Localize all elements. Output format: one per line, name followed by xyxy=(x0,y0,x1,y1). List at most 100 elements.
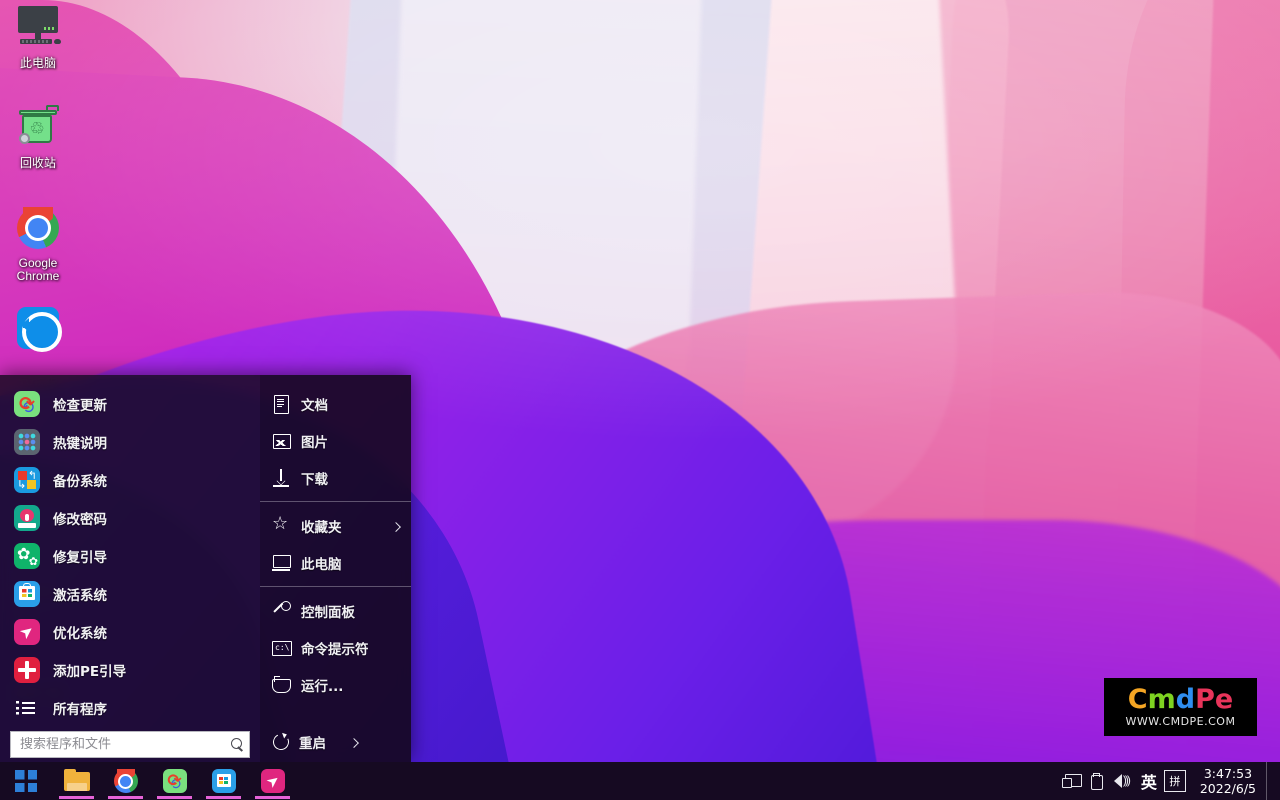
start-menu-right-label: 收藏夹 xyxy=(301,516,342,536)
run-icon xyxy=(272,676,290,694)
search-box[interactable] xyxy=(10,731,250,758)
start-menu-item-check-update[interactable]: 检查更新 xyxy=(0,385,260,423)
start-menu-right-label: 图片 xyxy=(301,431,328,451)
usb-eject-icon[interactable] xyxy=(1084,762,1110,800)
windows-logo-icon xyxy=(15,770,37,792)
optimize-system-icon xyxy=(260,768,286,794)
add-pe-boot-icon xyxy=(14,657,40,683)
taskbar-item-activate-system[interactable] xyxy=(199,762,248,800)
start-menu-program-list: 检查更新 热键说明 备份系统 修改密码 修复引导 激活系统 xyxy=(0,375,260,689)
start-menu-right-item-command-prompt[interactable]: 命令提示符 xyxy=(260,629,411,666)
activate-system-icon xyxy=(211,768,237,794)
taskbar-item-optimize-system[interactable] xyxy=(248,762,297,800)
start-menu-all-programs[interactable]: 所有程序 xyxy=(0,695,260,721)
system-tray: 英 拼 3:47:53 2022/6/5 xyxy=(1058,762,1280,800)
start-menu-right-divider-1 xyxy=(260,501,411,502)
download-icon xyxy=(272,469,290,487)
desktop-icon-google-chrome[interactable]: GoogleChrome xyxy=(0,200,76,300)
chrome-label-line1: Google xyxy=(19,256,58,270)
start-menu-item-label: 添加PE引导 xyxy=(53,660,126,680)
check-update-icon xyxy=(14,391,40,417)
activate-system-icon xyxy=(14,581,40,607)
start-menu-right-item-downloads[interactable]: 下载 xyxy=(260,459,411,496)
active-indicator xyxy=(206,796,241,799)
all-programs-icon xyxy=(14,695,40,721)
desktop-icon-this-pc[interactable]: 此电脑 xyxy=(0,0,76,100)
start-menu-item-change-password[interactable]: 修改密码 xyxy=(0,499,260,537)
ime-pinyin-icon: 拼 xyxy=(1164,770,1186,792)
start-menu-item-repair-boot[interactable]: 修复引导 xyxy=(0,537,260,575)
start-menu-item-label: 优化系统 xyxy=(53,622,107,642)
google-chrome-icon xyxy=(113,768,139,794)
start-menu-right-item-run[interactable]: 运行... xyxy=(260,666,411,703)
logo-letter-p: P xyxy=(1195,686,1215,714)
network-icon[interactable] xyxy=(1058,762,1084,800)
start-menu-item-optimize-system[interactable]: 优化系统 xyxy=(0,613,260,651)
start-menu-right-label: 控制面板 xyxy=(301,601,355,621)
clock-time: 3:47:53 xyxy=(1200,766,1256,781)
taskbar-item-google-chrome[interactable] xyxy=(101,762,150,800)
start-menu-item-label: 备份系统 xyxy=(53,470,107,490)
restart-icon xyxy=(272,733,290,751)
start-menu-right-item-documents[interactable]: 文档 xyxy=(260,385,411,422)
ime-pinyin-button[interactable]: 拼 xyxy=(1162,762,1188,800)
change-password-icon xyxy=(14,505,40,531)
start-menu-right-divider-2 xyxy=(260,586,411,587)
volume-icon[interactable] xyxy=(1110,762,1136,800)
start-menu-right-label: 下载 xyxy=(301,468,328,488)
chrome-label-line2: Chrome xyxy=(17,269,60,283)
cmdpe-logo: CmdPe xyxy=(1128,686,1233,714)
start-menu-restart-button[interactable]: 重启 xyxy=(260,722,411,762)
start-menu-item-label: 检查更新 xyxy=(53,394,107,414)
recycle-bin-icon: ♲ xyxy=(14,104,62,152)
start-menu-item-label: 热键说明 xyxy=(53,432,107,452)
show-desktop-button[interactable] xyxy=(1266,762,1272,800)
clock[interactable]: 3:47:53 2022/6/5 xyxy=(1188,766,1266,796)
start-menu: 检查更新 热键说明 备份系统 修改密码 修复引导 激活系统 xyxy=(0,375,411,762)
active-indicator xyxy=(255,796,290,799)
clock-date: 2022/6/5 xyxy=(1200,781,1256,796)
command-prompt-icon xyxy=(272,639,290,657)
desktop-icon-recycle-bin[interactable]: ♲ 回收站 xyxy=(0,100,76,200)
start-menu-right-spacer xyxy=(260,703,411,722)
start-menu-left-panel: 检查更新 热键说明 备份系统 修改密码 修复引导 激活系统 xyxy=(0,375,260,762)
cmdpe-watermark: CmdPe WWW.CMDPE.COM xyxy=(1104,678,1257,736)
google-chrome-icon xyxy=(14,204,62,252)
desktop-icon-label: 此电脑 xyxy=(0,57,76,70)
all-programs-label: 所有程序 xyxy=(53,698,107,718)
search-input[interactable] xyxy=(11,737,227,752)
search-icon[interactable] xyxy=(227,731,249,758)
cmdpe-url: WWW.CMDPE.COM xyxy=(1126,715,1236,728)
logo-letter-d: d xyxy=(1176,686,1195,714)
active-indicator xyxy=(59,796,94,799)
logo-letter-c: C xyxy=(1128,686,1148,714)
start-menu-item-activate-system[interactable]: 激活系统 xyxy=(0,575,260,613)
document-icon xyxy=(272,395,290,413)
folder-icon xyxy=(64,768,90,794)
start-menu-right-label: 此电脑 xyxy=(301,553,342,573)
start-menu-right-item-this-pc[interactable]: 此电脑 xyxy=(260,544,411,581)
hotkey-help-icon xyxy=(14,429,40,455)
start-menu-item-label: 修复引导 xyxy=(53,546,107,566)
start-menu-item-backup-system[interactable]: 备份系统 xyxy=(0,461,260,499)
start-menu-right-label: 运行... xyxy=(301,675,343,695)
start-button[interactable] xyxy=(0,762,52,800)
optimize-system-icon xyxy=(14,619,40,645)
chevron-right-icon[interactable] xyxy=(349,738,359,748)
start-menu-right-item-pictures[interactable]: 图片 xyxy=(260,422,411,459)
this-pc-icon xyxy=(14,4,62,52)
star-icon xyxy=(272,517,290,535)
taskbar-item-check-update[interactable] xyxy=(150,762,199,800)
restart-label: 重启 xyxy=(299,732,326,752)
start-menu-right-item-control-panel[interactable]: 控制面板 xyxy=(260,592,411,629)
ime-mode-indicator[interactable]: 英 xyxy=(1136,762,1162,800)
check-update-icon xyxy=(162,768,188,794)
active-indicator xyxy=(157,796,192,799)
start-menu-item-add-pe-boot[interactable]: 添加PE引导 xyxy=(0,651,260,689)
control-panel-icon xyxy=(272,602,290,620)
logo-letter-m: m xyxy=(1148,686,1176,714)
start-menu-item-hotkey-help[interactable]: 热键说明 xyxy=(0,423,260,461)
start-menu-right-item-favorites[interactable]: 收藏夹 xyxy=(260,507,411,544)
repair-boot-icon xyxy=(14,543,40,569)
taskbar-item-file-explorer[interactable] xyxy=(52,762,101,800)
